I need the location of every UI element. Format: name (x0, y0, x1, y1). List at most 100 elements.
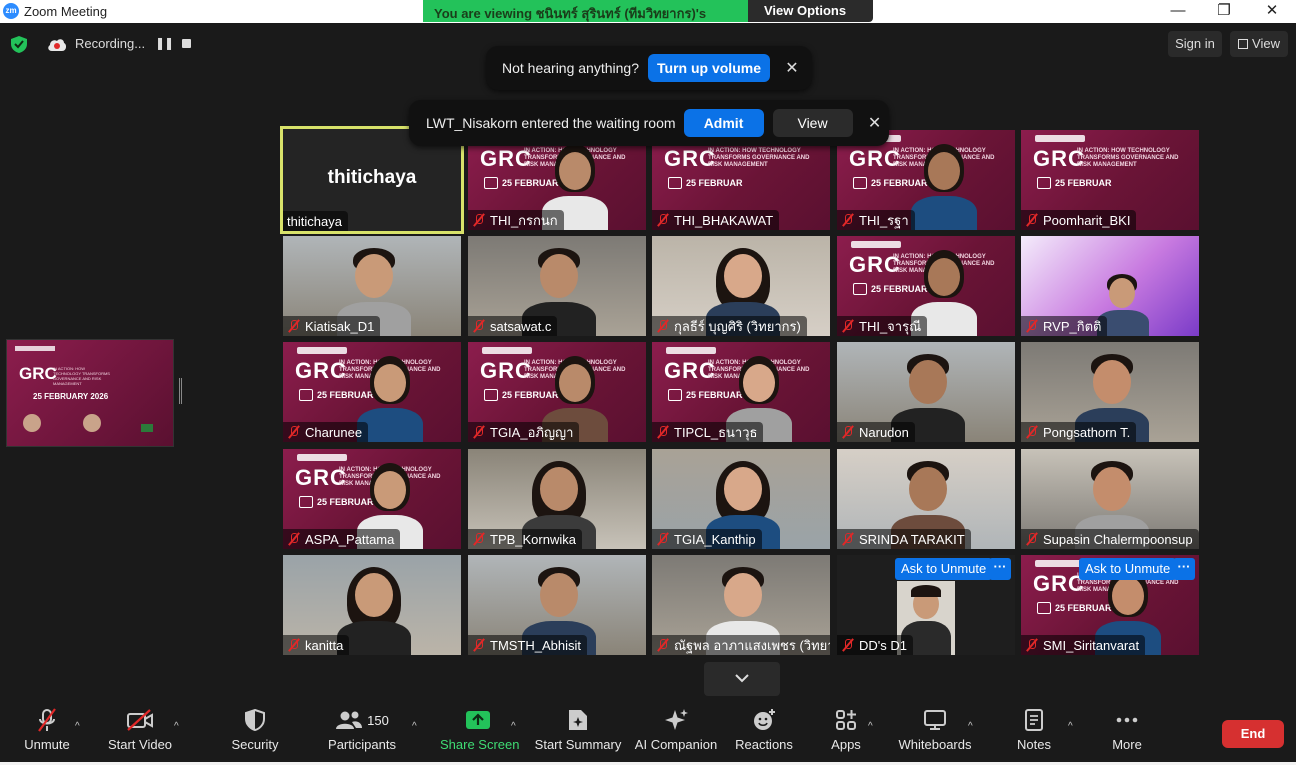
close-window-button[interactable]: ✕ (1252, 1, 1292, 21)
microphone-muted-icon (472, 532, 486, 546)
banner-logos (851, 241, 901, 248)
share-screen-button[interactable]: Share Screen (440, 703, 520, 765)
participant-tile[interactable]: RVP_กิตติ (1021, 236, 1199, 336)
apps-label: Apps (831, 737, 861, 752)
end-meeting-button[interactable]: End (1222, 720, 1284, 748)
maximize-button[interactable]: ❐ (1204, 1, 1244, 21)
participant-tile[interactable]: DD's D1 Ask to Unmute ··· (837, 555, 1015, 655)
microphone-muted-icon (1025, 213, 1039, 227)
security-label: Security (231, 737, 279, 752)
participant-name: THI_รฐา (859, 212, 909, 228)
security-button[interactable]: Security (226, 703, 284, 765)
participant-tile[interactable]: Supasin Chalermpoonsup (1021, 449, 1199, 549)
participant-name: ASPA_Pattama (305, 531, 395, 547)
chevron-up-icon[interactable]: ^ (968, 721, 973, 732)
participant-name: TGIA_อภิญญา (490, 424, 574, 440)
participant-name: THI_กรกนก (490, 212, 558, 228)
participant-name: RVP_กิตติ (1043, 318, 1102, 334)
banner-logos (1035, 560, 1085, 567)
participant-tile[interactable]: TMSTH_Abhisit (468, 555, 646, 655)
participant-name: Kiatisak_D1 (305, 318, 375, 334)
participant-tile[interactable]: Pongsathorn T. (1021, 342, 1199, 442)
participant-tile[interactable]: GRCIN ACTION: HOW TECHNOLOGY TRANSFORMS … (1021, 130, 1199, 230)
share-banner-text: You are viewing ชนินทร์ สุรินทร์ (ทีมวิท… (423, 0, 748, 39)
cloud-recording-icon (48, 39, 67, 51)
microphone-muted-icon (656, 213, 670, 227)
encryption-shield-icon[interactable] (11, 36, 27, 53)
chevron-up-icon[interactable]: ^ (75, 721, 80, 732)
start-video-button[interactable]: Start Video (104, 703, 176, 765)
participant-tile[interactable]: TGIA_Kanthip (652, 449, 830, 549)
banner-logos (297, 454, 347, 461)
participant-tile[interactable]: kanitta (283, 555, 461, 655)
gallery-scroll-down-button[interactable] (704, 662, 780, 696)
participant-name-tag: THI_รฐา (837, 210, 915, 230)
participant-tile[interactable]: TPB_Kornwika (468, 449, 646, 549)
ai-companion-button[interactable]: AI Companion (634, 703, 718, 765)
ask-to-unmute-button[interactable]: Ask to Unmute (895, 558, 993, 580)
view-options-button[interactable]: View Options ⌄ (748, 0, 873, 33)
participant-tile[interactable]: ณัฐพล อาภาแสงเพชร (วิทยา... (652, 555, 830, 655)
banner-logos (482, 347, 532, 354)
grc-date: 25 FEBRUAR (1055, 178, 1112, 188)
ask-to-unmute-button[interactable]: Ask to Unmute (1079, 558, 1177, 580)
participant-name-tag: ASPA_Pattama (283, 529, 401, 549)
unmute-button[interactable]: Unmute (18, 703, 76, 765)
chevron-up-icon[interactable]: ^ (174, 721, 179, 732)
start-summary-button[interactable]: Start Summary (533, 703, 623, 765)
participant-tile[interactable]: GRCIN ACTION: HOW TECHNOLOGY TRANSFORMS … (283, 342, 461, 442)
notes-button[interactable]: Notes (1012, 703, 1056, 765)
chevron-up-icon[interactable]: ^ (511, 721, 516, 732)
participant-tile[interactable]: GRCIN ACTION: HOW TECHNOLOGY TRANSFORMS … (1021, 555, 1199, 655)
smiley-plus-icon (754, 709, 775, 730)
pause-recording-icon[interactable]: ❚❚ (155, 36, 174, 50)
participant-name: satsawat.c (490, 318, 552, 334)
chevron-up-icon[interactable]: ^ (412, 721, 417, 732)
participant-name-tag: SRINDA TARAKIT (837, 529, 971, 549)
microphone-muted-icon (472, 213, 486, 227)
more-label: More (1112, 737, 1142, 752)
waiting-room-text: LWT_Nisakorn entered the waiting room (426, 115, 676, 131)
more-button[interactable]: More (1105, 703, 1149, 765)
admit-button[interactable]: Admit (683, 109, 764, 137)
participant-name: Charunee (305, 424, 363, 440)
participant-tile[interactable]: GRCIN ACTION: HOW TECHNOLOGY TRANSFORMS … (283, 449, 461, 549)
minimize-button[interactable]: — (1158, 1, 1198, 21)
chevron-up-icon[interactable]: ^ (1068, 721, 1073, 732)
whiteboards-button[interactable]: Whiteboards (896, 703, 974, 765)
participant-tile[interactable]: กุลธีร์ บุญศิริ (วิทยากร) (652, 236, 830, 336)
reactions-button[interactable]: Reactions (734, 703, 794, 765)
start-summary-label: Start Summary (534, 737, 622, 752)
participants-button[interactable]: 150 Participants (326, 703, 398, 765)
participant-tile[interactable]: Kiatisak_D1 (283, 236, 461, 336)
notes-label: Notes (1017, 737, 1051, 752)
apps-button[interactable]: Apps (826, 703, 866, 765)
summary-document-icon (569, 710, 587, 730)
sign-in-button[interactable]: Sign in (1168, 31, 1222, 57)
participant-name-tag: TMSTH_Abhisit (468, 635, 588, 655)
view-button[interactable]: View (1230, 31, 1288, 57)
close-icon[interactable]: ✕ (782, 58, 802, 78)
panel-resize-handle[interactable] (179, 378, 182, 404)
participant-more-options-button[interactable]: ··· (1173, 558, 1195, 580)
close-icon[interactable]: ✕ (865, 113, 885, 133)
participant-display-name: thitichaya (327, 167, 417, 188)
participant-tile[interactable]: SRINDA TARAKIT (837, 449, 1015, 549)
stop-recording-icon[interactable] (182, 39, 191, 48)
participant-more-options-button[interactable]: ··· (989, 558, 1011, 580)
shared-screen-thumbnail[interactable]: GRC IN ACTION: HOW TECHNOLOGY TRANSFORMS… (6, 339, 174, 447)
meeting-toolbar: Unmute ^ Start Video ^ Security 150 Part… (0, 703, 1296, 765)
participant-tile[interactable]: GRCIN ACTION: HOW TECHNOLOGY TRANSFORMS … (837, 236, 1015, 336)
participant-tile[interactable]: GRCIN ACTION: HOW TECHNOLOGY TRANSFORMS … (652, 342, 830, 442)
thumb-grc-subtitle: IN ACTION: HOW TECHNOLOGY TRANSFORMS GOV… (53, 366, 110, 386)
view-waiting-room-button[interactable]: View (772, 109, 853, 137)
grc-subtitle: IN ACTION: HOW TECHNOLOGY TRANSFORMS GOV… (708, 148, 810, 168)
participant-tile[interactable]: Narudon (837, 342, 1015, 442)
calendar-icon (853, 177, 867, 189)
participant-tile[interactable]: GRCIN ACTION: HOW TECHNOLOGY TRANSFORMS … (468, 342, 646, 442)
participant-tile[interactable]: satsawat.c (468, 236, 646, 336)
turn-up-volume-button[interactable]: Turn up volume (648, 54, 770, 82)
chevron-up-icon[interactable]: ^ (868, 721, 873, 732)
participant-name: TIPCL_ธนาวุธ (674, 424, 758, 440)
participant-count: 150 (367, 712, 389, 728)
